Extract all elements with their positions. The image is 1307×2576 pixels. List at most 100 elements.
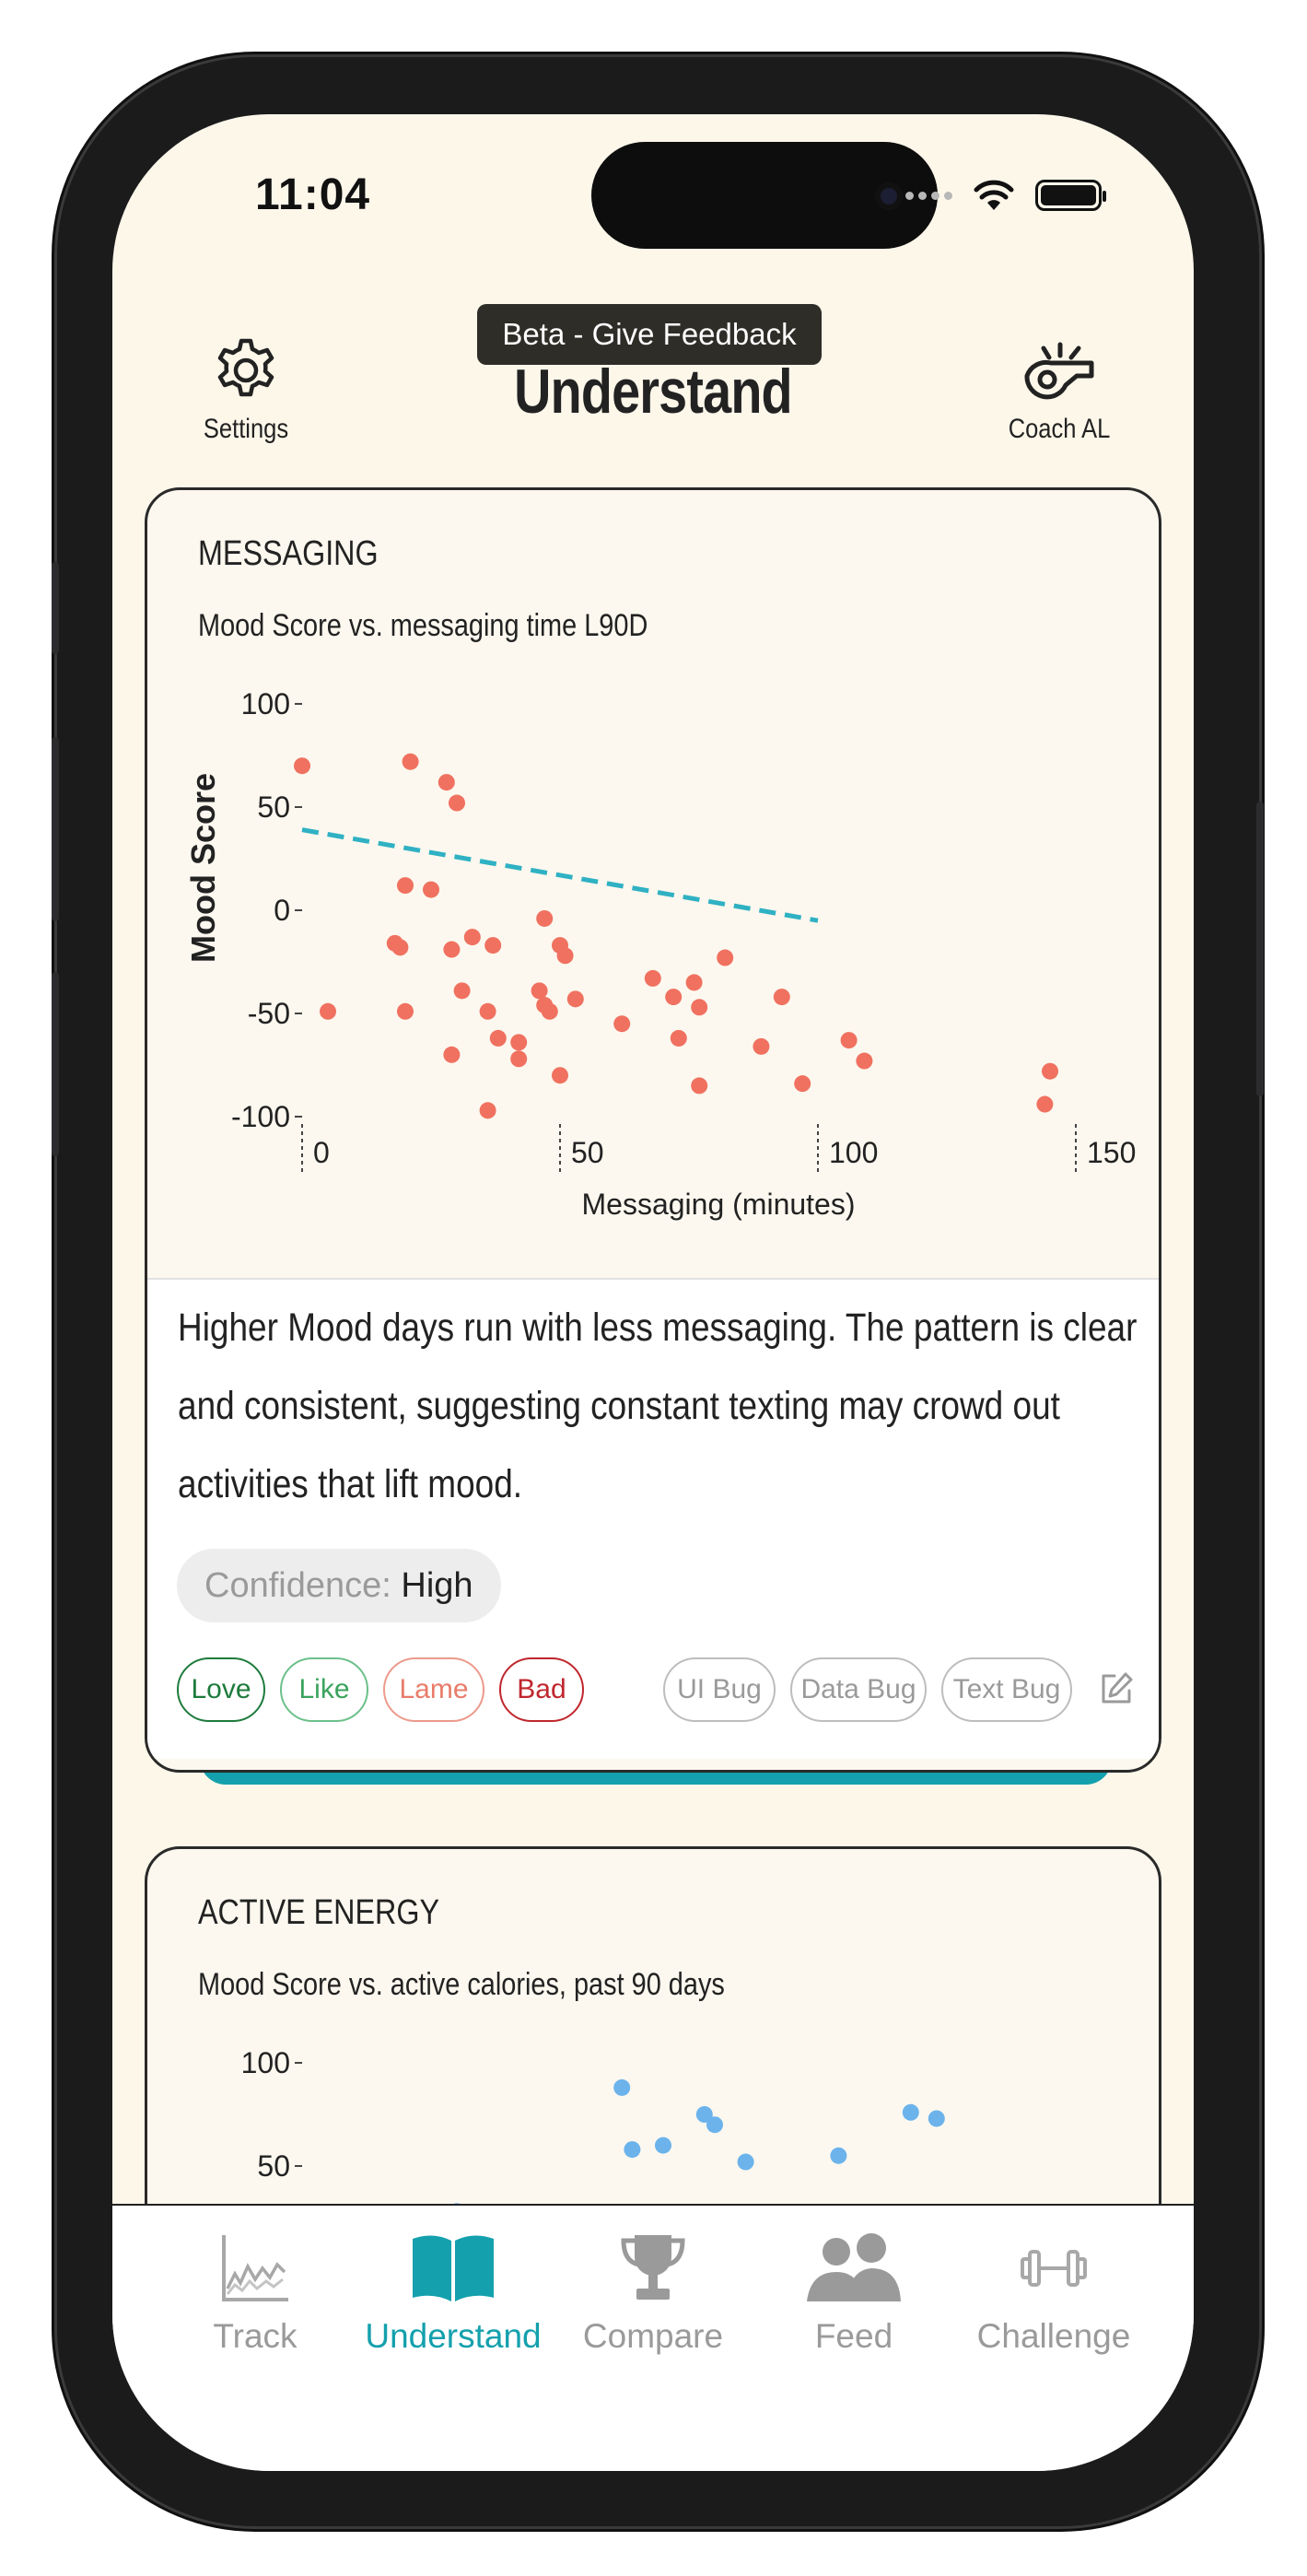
chart-icon — [222, 2235, 288, 2301]
data-point — [737, 2153, 754, 2171]
data-point — [438, 774, 455, 791]
x-tick-label: 100 — [829, 1136, 878, 1169]
data-point — [753, 1037, 770, 1055]
volume-down-button — [52, 972, 59, 1156]
data-point — [670, 1029, 687, 1047]
bad-button[interactable]: Bad — [499, 1657, 584, 1722]
coach-button[interactable]: Coach AL — [986, 335, 1133, 445]
data-point — [489, 1029, 507, 1047]
data-point — [644, 969, 661, 987]
data-point — [624, 2141, 641, 2159]
tab-label: Compare — [582, 2317, 724, 2355]
data-point — [830, 2147, 847, 2164]
y-tick-label: -100 — [231, 1100, 290, 1133]
data-point — [397, 877, 414, 895]
tab-label: Track — [213, 2317, 298, 2355]
y-tick-label: -50 — [248, 997, 290, 1030]
action-button — [52, 562, 59, 654]
like-button[interactable]: Like — [280, 1657, 368, 1722]
coach-label: Coach AL — [1008, 414, 1111, 444]
data-point — [685, 974, 703, 991]
text-bug-button[interactable]: Text Bug — [941, 1657, 1072, 1722]
insight-panel: Higher Mood days run with less messaging… — [147, 1278, 1159, 1759]
tab-label: Challenge — [976, 2317, 1131, 2355]
data-point — [566, 990, 584, 1008]
dumbbell-icon — [1021, 2250, 1087, 2287]
data-point — [531, 982, 548, 1000]
screen: 11:04 Settings Beta - Give Feedback Unde… — [112, 114, 1194, 2471]
insight-text: Higher Mood days run with less messaging… — [178, 1306, 1138, 1506]
people-icon — [807, 2233, 901, 2301]
data-point — [453, 982, 471, 1000]
data-point — [510, 1050, 528, 1068]
trophy-icon — [621, 2235, 685, 2300]
love-button[interactable]: Love — [177, 1657, 265, 1722]
battery-icon — [1035, 180, 1106, 211]
data-point — [856, 1052, 873, 1070]
tab-label: Understand — [365, 2317, 542, 2355]
card-heading: ACTIVE ENERGY — [198, 1893, 440, 1932]
data-point — [655, 2137, 671, 2154]
ui-bug-button[interactable]: UI Bug — [663, 1657, 776, 1722]
data-point — [423, 881, 439, 898]
chart-subtitle: Mood Score vs. active calories, past 90 … — [198, 1967, 725, 2002]
data-point — [391, 939, 409, 956]
data-point — [665, 989, 683, 1006]
data-point — [773, 989, 790, 1006]
messaging-scatter-chart: Mood Score Messaging (minutes) 100 50 0 -50… — [184, 687, 1136, 1221]
data-point — [479, 1102, 496, 1119]
tab-track[interactable]: Track — [163, 2231, 347, 2356]
tab-bar: Track Understand Compare Feed Challenge — [112, 2204, 1194, 2471]
data-point — [443, 1046, 461, 1063]
data-point — [443, 941, 461, 958]
data-point — [294, 757, 310, 775]
trendline — [301, 827, 819, 923]
confidence-badge: Confidence: High — [177, 1549, 501, 1622]
y-tick-label: 100 — [241, 687, 290, 720]
data-point — [902, 2103, 919, 2121]
tab-understand[interactable]: Understand — [361, 2231, 545, 2356]
chart-subtitle: Mood Score vs. messaging time L90D — [198, 608, 648, 643]
tab-label: Feed — [814, 2317, 893, 2355]
status-time: 11:04 — [255, 170, 371, 219]
data-bug-button[interactable]: Data Bug — [790, 1657, 927, 1722]
messaging-card: MESSAGING Mood Score vs. messaging time … — [145, 487, 1161, 1773]
y-tick-label: 50 — [257, 2149, 290, 2183]
x-tick-label: 0 — [313, 1136, 330, 1169]
data-point — [397, 1002, 414, 1020]
feedback-row: Love Like Lame Bad UI Bug Data Bug Text … — [177, 1657, 1135, 1724]
data-point — [479, 1002, 496, 1020]
page-title: Understand — [514, 357, 792, 427]
tab-compare[interactable]: Compare — [561, 2231, 745, 2356]
data-point — [717, 949, 734, 966]
data-point — [541, 1002, 558, 1020]
card-heading: MESSAGING — [198, 534, 379, 573]
data-point — [552, 1067, 568, 1084]
wifi-icon — [974, 180, 1014, 210]
tab-feed[interactable]: Feed — [762, 2231, 946, 2356]
y-axis-label: Mood Score — [184, 773, 222, 963]
data-point — [706, 2116, 723, 2134]
data-point — [536, 909, 554, 927]
edit-icon[interactable] — [1098, 1670, 1135, 1707]
data-point — [691, 1077, 708, 1095]
data-point — [556, 947, 574, 965]
confidence-value: High — [401, 1566, 473, 1605]
y-tick-label: 100 — [241, 2046, 290, 2079]
whistle-icon — [1024, 342, 1094, 400]
data-point — [484, 937, 502, 954]
lame-button[interactable]: Lame — [383, 1657, 484, 1722]
y-tick-label: 50 — [257, 790, 290, 824]
data-point — [1036, 1095, 1054, 1113]
data-point — [320, 1002, 336, 1020]
data-point — [794, 1075, 811, 1093]
confidence-label: Confidence: — [204, 1566, 391, 1605]
data-point — [449, 794, 465, 812]
x-axis-label: Messaging (minutes) — [582, 1188, 856, 1221]
volume-up-button — [52, 737, 59, 921]
data-point — [510, 1034, 528, 1051]
data-point — [928, 2110, 945, 2127]
tab-challenge[interactable]: Challenge — [962, 2231, 1146, 2356]
data-point — [1042, 1062, 1058, 1080]
data-point — [613, 1015, 631, 1033]
